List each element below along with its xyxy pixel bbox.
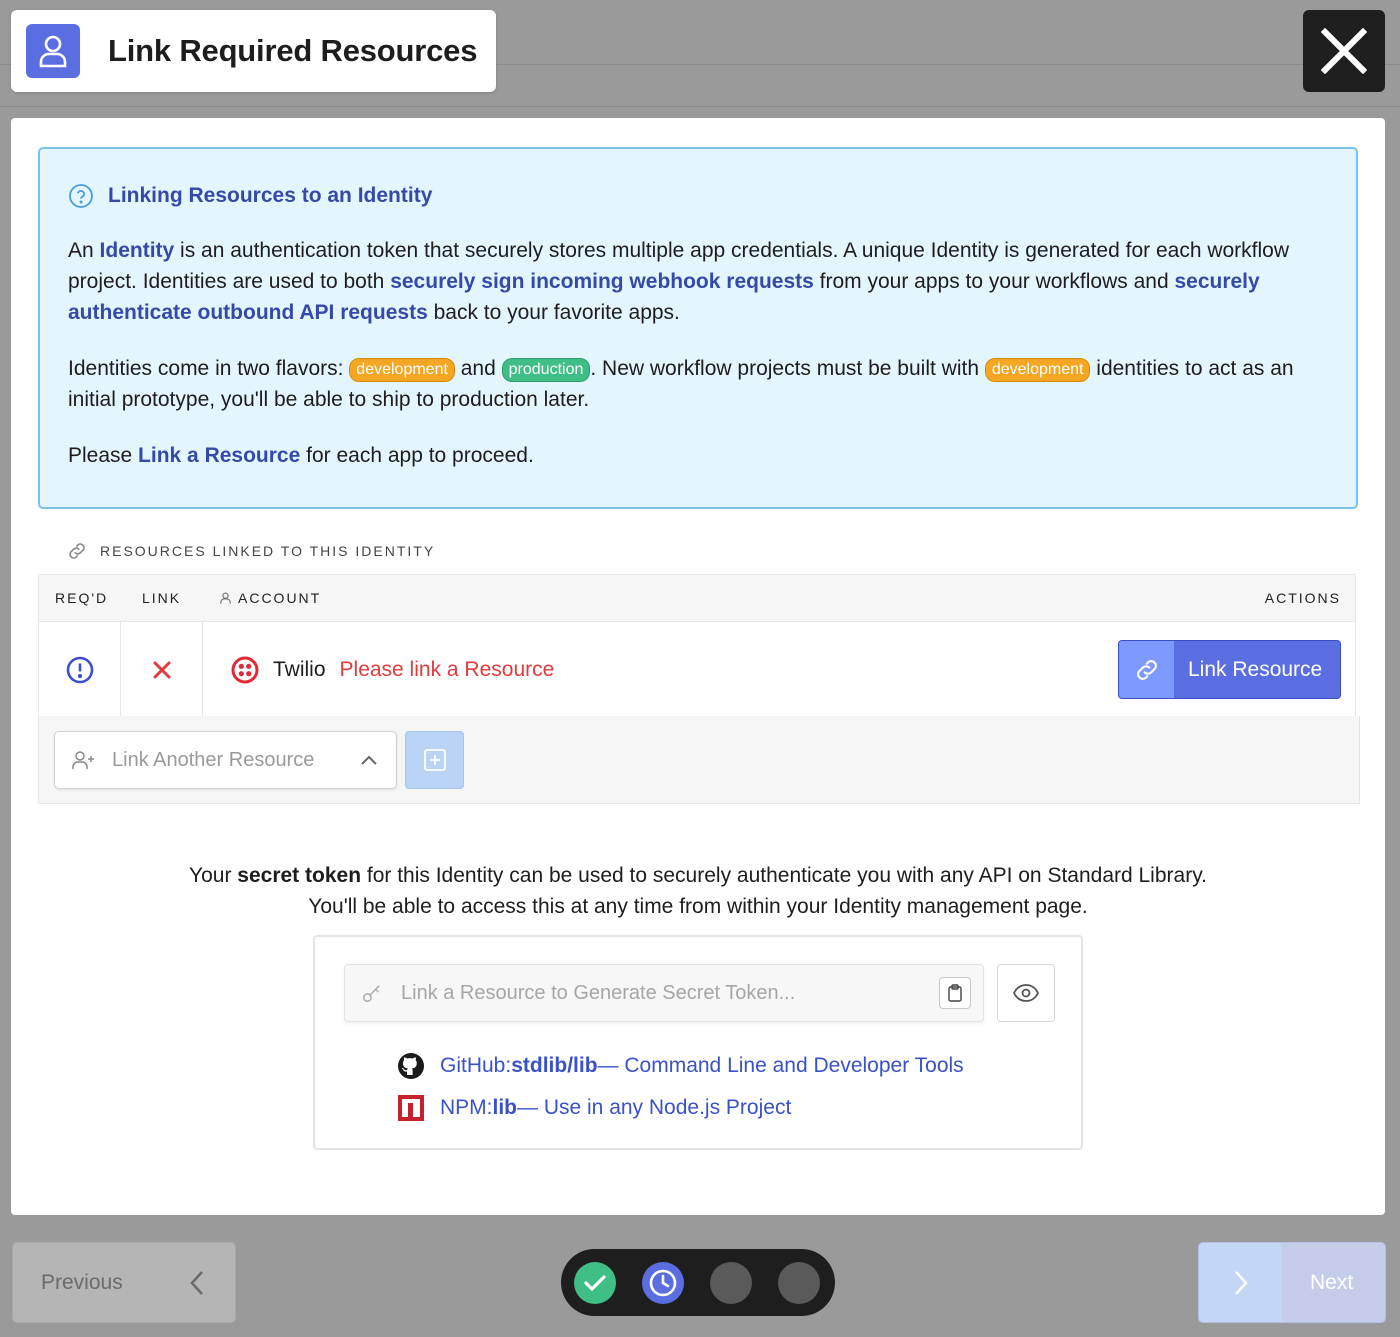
link-status-cell (121, 622, 203, 717)
page-title: Link Required Resources (108, 33, 478, 68)
question-icon (69, 184, 93, 208)
info-heading-text: Linking Resources to an Identity (108, 184, 433, 207)
previous-button[interactable]: Previous (12, 1242, 236, 1323)
info-heading: Linking Resources to an Identity (68, 183, 1328, 209)
check-icon (584, 1274, 606, 1291)
link-another-row: Link Another Resource (38, 716, 1360, 804)
table-header: REQ'D LINK ACCOUNT ACTIONS (39, 575, 1355, 621)
plus-square-icon (423, 749, 446, 771)
link-icon (1119, 641, 1174, 698)
user-icon (26, 24, 80, 78)
github-link[interactable]: GitHub: stdlib/lib — Command Line and De… (397, 1052, 964, 1080)
link-another-placeholder: Link Another Resource (112, 748, 315, 771)
close-button[interactable] (1303, 10, 1385, 92)
secret-token-input[interactable]: Link a Resource to Generate Secret Token… (344, 964, 984, 1022)
eye-icon (1012, 984, 1040, 1002)
column-reqd: REQ'D (55, 590, 109, 606)
chevron-up-icon (361, 755, 377, 765)
user-icon (220, 592, 231, 604)
production-tag: production (501, 358, 591, 382)
info-callout: Linking Resources to an Identity An Iden… (38, 147, 1358, 509)
link-icon (69, 543, 85, 559)
next-label: Next (1310, 1270, 1354, 1294)
modal-body: Linking Resources to an Identity An Iden… (11, 118, 1385, 1215)
resources-table: REQ'D LINK ACCOUNT ACTIONS Twilio Please… (38, 574, 1356, 717)
step-pending (778, 1261, 820, 1304)
link-another-resource-select[interactable]: Link Another Resource (54, 731, 397, 789)
account-status: Please link a Resource (339, 657, 555, 681)
resources-section-title: RESOURCES LINKED TO THIS IDENTITY (66, 540, 435, 562)
npm-icon (397, 1094, 425, 1122)
chevron-left-icon (190, 1271, 203, 1295)
npm-link[interactable]: NPM: lib — Use in any Node.js Project (397, 1094, 791, 1122)
account-name: Twilio (273, 657, 326, 681)
development-tag: development (349, 358, 455, 382)
next-button[interactable]: Next (1198, 1242, 1386, 1323)
link-resource-text-link[interactable]: Link a Resource (138, 444, 300, 467)
github-icon (397, 1052, 425, 1080)
add-resource-button[interactable] (405, 731, 464, 789)
info-paragraph-flavors: Identities come in two flavors: developm… (68, 357, 1294, 411)
step-pending (710, 1261, 752, 1304)
twilio-icon (231, 656, 259, 683)
exclamation-circle-icon (66, 656, 93, 683)
column-link: LINK (142, 590, 182, 606)
info-paragraph-proceed: Please Link a Resource for each app to p… (68, 444, 534, 467)
secret-token-card: Link a Resource to Generate Secret Token… (313, 935, 1083, 1150)
account-cell: Twilio Please link a Resource (231, 622, 554, 717)
key-icon (363, 985, 380, 1002)
x-icon (153, 661, 170, 678)
step-complete (574, 1261, 616, 1304)
step-current (642, 1261, 684, 1304)
table-row: Twilio Please link a Resource Link Resou… (39, 621, 1355, 717)
link-resource-button[interactable]: Link Resource (1118, 640, 1341, 699)
sign-webhook-link[interactable]: securely sign incoming webhook requests (390, 270, 814, 293)
reveal-token-button[interactable] (997, 964, 1055, 1022)
link-resource-label: Link Resource (1188, 657, 1323, 681)
step-progress (561, 1249, 835, 1316)
copy-token-button[interactable] (939, 977, 971, 1009)
close-icon (1321, 28, 1367, 74)
background-divider (0, 106, 1400, 107)
info-paragraph-identity: An Identity is an authentication token t… (68, 239, 1290, 324)
clock-icon (649, 1269, 677, 1296)
secret-token-description: Your secret token for this Identity can … (189, 864, 1207, 918)
user-plus-icon (72, 751, 94, 769)
token-placeholder: Link a Resource to Generate Secret Token… (401, 981, 796, 1004)
column-actions: ACTIONS (1264, 590, 1341, 606)
clipboard-icon (948, 984, 962, 1002)
modal-title-card: Link Required Resources (11, 10, 496, 92)
required-cell (39, 622, 121, 717)
identity-link[interactable]: Identity (100, 239, 175, 262)
column-account: ACCOUNT (219, 590, 321, 606)
previous-label: Previous (41, 1270, 123, 1294)
development-tag: development (984, 358, 1091, 382)
chevron-right-icon (1199, 1243, 1282, 1322)
